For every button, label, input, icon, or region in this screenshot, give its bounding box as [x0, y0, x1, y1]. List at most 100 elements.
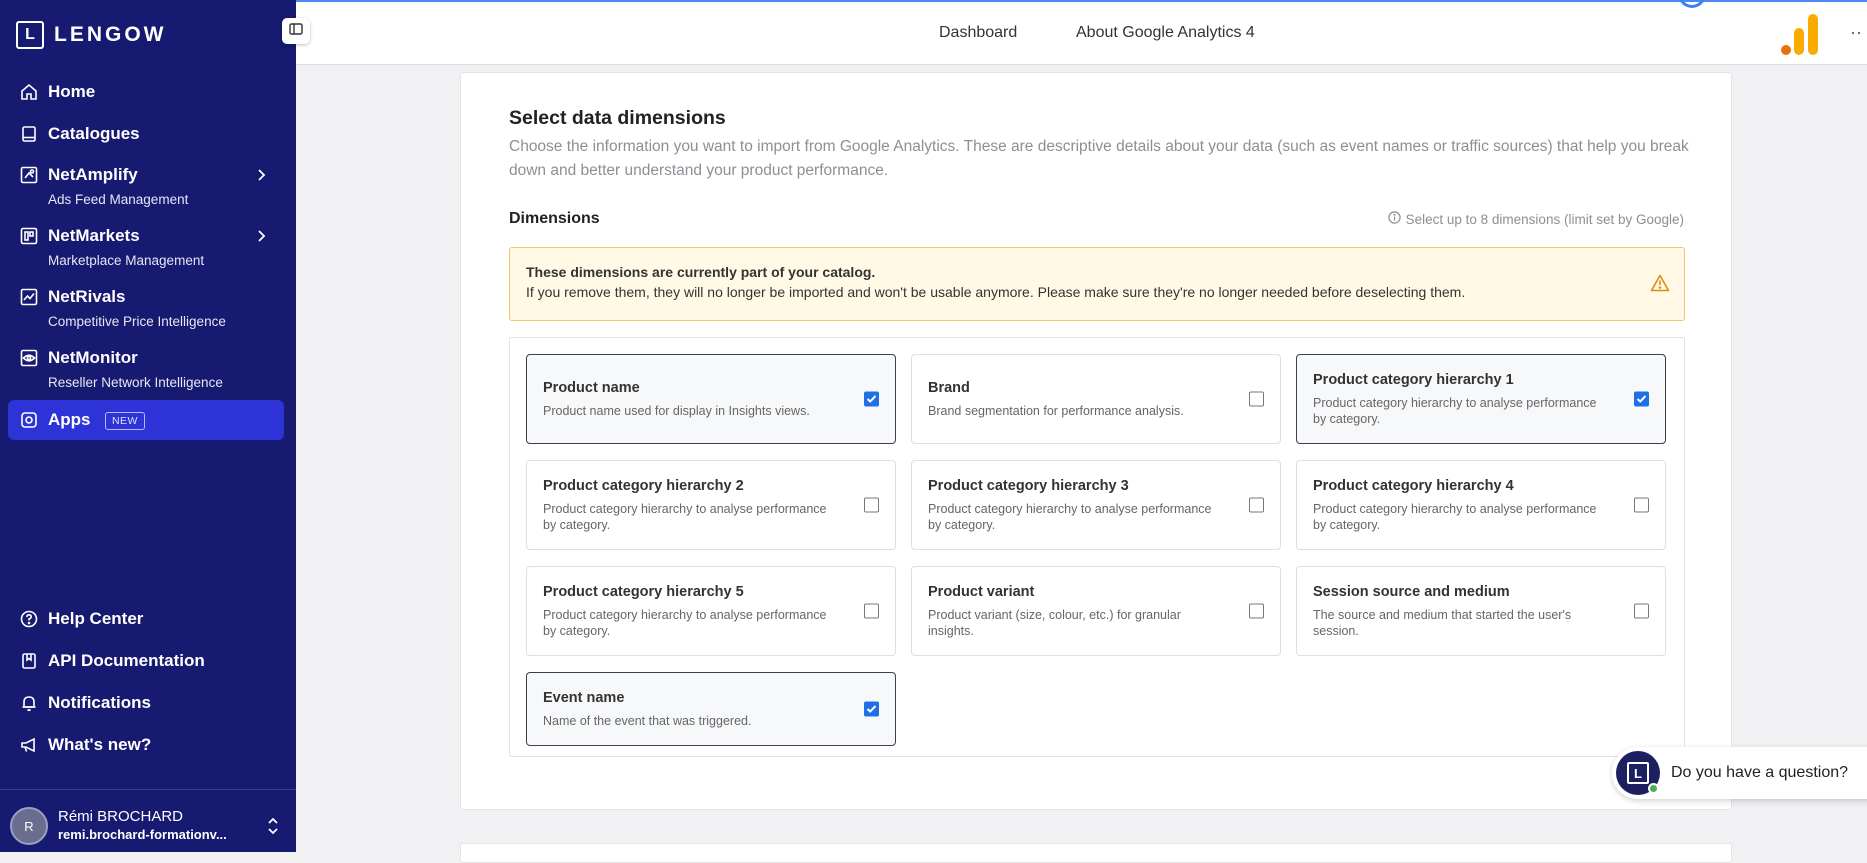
- dimension-limit-text: Select up to 8 dimensions (limit set by …: [1405, 211, 1684, 227]
- megaphone-icon: [19, 735, 39, 755]
- dimension-checkbox[interactable]: [1634, 603, 1649, 619]
- sidebar-item-netmonitor[interactable]: NetMonitor Reseller Network Intelligence: [8, 346, 284, 392]
- dimension-card-product-variant[interactable]: Product variant Product variant (size, c…: [911, 566, 1281, 656]
- dimension-title: Product name: [543, 380, 640, 396]
- warning-title: These dimensions are currently part of y…: [526, 264, 876, 280]
- dimension-description: Product variant (size, colour, etc.) for…: [928, 608, 1181, 638]
- sidebar-item-label: NetMarkets: [48, 226, 140, 245]
- sidebar-item-label: NetMonitor: [48, 348, 138, 367]
- sidebar-item-notifications[interactable]: Notifications: [8, 691, 284, 715]
- sidebar-item-home[interactable]: Home: [8, 80, 284, 104]
- dimension-description: Product category hierarchy to analyse pe…: [543, 608, 827, 638]
- dimension-card-event-name[interactable]: Event name Name of the event that was tr…: [526, 672, 896, 746]
- dimension-limit-hint: Select up to 8 dimensions (limit set by …: [1387, 211, 1684, 227]
- chevron-up-down-icon: [266, 815, 280, 842]
- online-status-dot: [1648, 783, 1659, 794]
- warning-text: If you remove them, they will no longer …: [526, 284, 1466, 300]
- dimension-card-category-4[interactable]: Product category hierarchy 4 Product cat…: [1296, 460, 1666, 550]
- collapse-sidebar-button[interactable]: [282, 18, 310, 44]
- dimension-checkbox[interactable]: [864, 701, 879, 717]
- user-menu[interactable]: R Rémi BROCHARD remi.brochard-formationv…: [10, 803, 286, 849]
- logo-mark: L: [16, 21, 44, 49]
- sidebar-item-help-center[interactable]: Help Center: [8, 607, 284, 631]
- sidebar-item-catalogues[interactable]: Catalogues: [8, 122, 284, 146]
- dimension-card-brand[interactable]: Brand Brand segmentation for performance…: [911, 354, 1281, 444]
- dimension-description: Name of the event that was triggered.: [543, 714, 752, 728]
- sidebar-divider: [0, 789, 296, 790]
- catalog-warning: These dimensions are currently part of y…: [509, 247, 1685, 321]
- new-badge: NEW: [104, 411, 145, 430]
- dimension-checkbox[interactable]: [1634, 497, 1649, 513]
- dimension-card-category-2[interactable]: Product category hierarchy 2 Product cat…: [526, 460, 896, 550]
- dimension-card-category-1[interactable]: Product category hierarchy 1 Product cat…: [1296, 354, 1666, 444]
- dimension-description: Product category hierarchy to analyse pe…: [1313, 396, 1597, 426]
- sidebar-item-netmarkets[interactable]: NetMarkets Marketplace Management: [8, 224, 284, 270]
- dimension-checkbox[interactable]: [864, 497, 879, 513]
- chat-widget[interactable]: L Do you have a question?: [1612, 747, 1867, 799]
- partial-circle-icon: [1678, 0, 1706, 8]
- dimension-description: Brand segmentation for performance analy…: [928, 404, 1184, 418]
- dimension-title: Brand: [928, 380, 970, 396]
- sidebar-item-label: What's new?: [48, 735, 152, 754]
- dimension-description: Product category hierarchy to analyse pe…: [1313, 502, 1597, 532]
- dimension-card-category-5[interactable]: Product category hierarchy 5 Product cat…: [526, 566, 896, 656]
- sidebar-item-label: Help Center: [48, 609, 144, 628]
- dimension-checkbox[interactable]: [864, 603, 879, 619]
- sidebar-item-label: Apps: [48, 410, 91, 429]
- next-panel: [460, 843, 1732, 863]
- dimension-checkbox[interactable]: [1249, 603, 1264, 619]
- user-email: remi.brochard-formationv...: [58, 827, 227, 842]
- gear-icon: [19, 410, 39, 430]
- dimension-checkbox[interactable]: [1249, 391, 1264, 407]
- sidebar-item-netrivals[interactable]: NetRivals Competitive Price Intelligence: [8, 285, 284, 331]
- dimension-description: Product name used for display in Insight…: [543, 404, 810, 418]
- dimension-card-category-3[interactable]: Product category hierarchy 3 Product cat…: [911, 460, 1281, 550]
- sidebar-item-apps[interactable]: Apps NEW: [8, 400, 284, 440]
- tab-dashboard[interactable]: Dashboard: [939, 24, 1017, 42]
- dimension-card-session-source-medium[interactable]: Session source and medium The source and…: [1296, 566, 1666, 656]
- sidebar-item-label: Notifications: [48, 693, 151, 712]
- sidebar-item-label: API Documentation: [48, 651, 205, 670]
- dimensions-heading: Dimensions: [509, 210, 600, 227]
- help-icon: [19, 609, 39, 629]
- sidebar-toggle-icon: [289, 22, 303, 40]
- dimension-title: Product category hierarchy 1: [1313, 372, 1514, 388]
- dimension-title: Product variant: [928, 584, 1035, 600]
- sidebar-item-sublabel: Marketplace Management: [48, 253, 205, 268]
- sidebar-item-label: NetAmplify: [48, 165, 138, 184]
- dimensions-grid: Product name Product name used for displ…: [509, 337, 1685, 757]
- avatar: R: [10, 807, 48, 845]
- user-name: Rémi BROCHARD: [58, 808, 184, 825]
- more-options-button[interactable]: ··: [1850, 22, 1862, 43]
- trend-chart-icon: [19, 287, 39, 307]
- sidebar-item-api-documentation[interactable]: API Documentation: [8, 649, 284, 673]
- dimension-checkbox[interactable]: [1249, 497, 1264, 513]
- dimension-title: Product category hierarchy 4: [1313, 478, 1514, 494]
- document-icon: [19, 651, 39, 671]
- sidebar-item-sublabel: Ads Feed Management: [48, 192, 189, 207]
- sidebar-item-sublabel: Competitive Price Intelligence: [48, 314, 226, 329]
- sidebar-item-whats-new[interactable]: What's new?: [8, 733, 284, 757]
- dimension-title: Product category hierarchy 3: [928, 478, 1129, 494]
- lengow-logo[interactable]: L LENGOW: [16, 20, 167, 50]
- warning-icon: [1650, 274, 1670, 297]
- dimension-checkbox[interactable]: [864, 391, 879, 407]
- bell-icon: [19, 693, 39, 713]
- google-analytics-logo-icon: [1780, 12, 1820, 61]
- chat-prompt: Do you have a question?: [1671, 764, 1849, 781]
- chevron-right-icon: [256, 168, 266, 187]
- top-bar: Dashboard About Google Analytics 4 ··: [296, 0, 1867, 65]
- sidebar-item-label: Home: [48, 82, 96, 101]
- dimension-checkbox[interactable]: [1634, 391, 1649, 407]
- dimensions-panel: Select data dimensions Choose the inform…: [460, 72, 1732, 810]
- sidebar-item-label: Catalogues: [48, 124, 140, 143]
- sidebar-item-label: NetRivals: [48, 287, 126, 306]
- dimension-description: Product category hierarchy to analyse pe…: [928, 502, 1212, 532]
- eye-icon: [19, 348, 39, 368]
- sidebar-item-netamplify[interactable]: NetAmplify Ads Feed Management: [8, 163, 284, 209]
- dimension-title: Product category hierarchy 2: [543, 478, 744, 494]
- info-icon: [1387, 211, 1401, 227]
- tab-about-ga4[interactable]: About Google Analytics 4: [1076, 24, 1255, 42]
- dimension-description: Product category hierarchy to analyse pe…: [543, 502, 827, 532]
- dimension-card-product-name[interactable]: Product name Product name used for displ…: [526, 354, 896, 444]
